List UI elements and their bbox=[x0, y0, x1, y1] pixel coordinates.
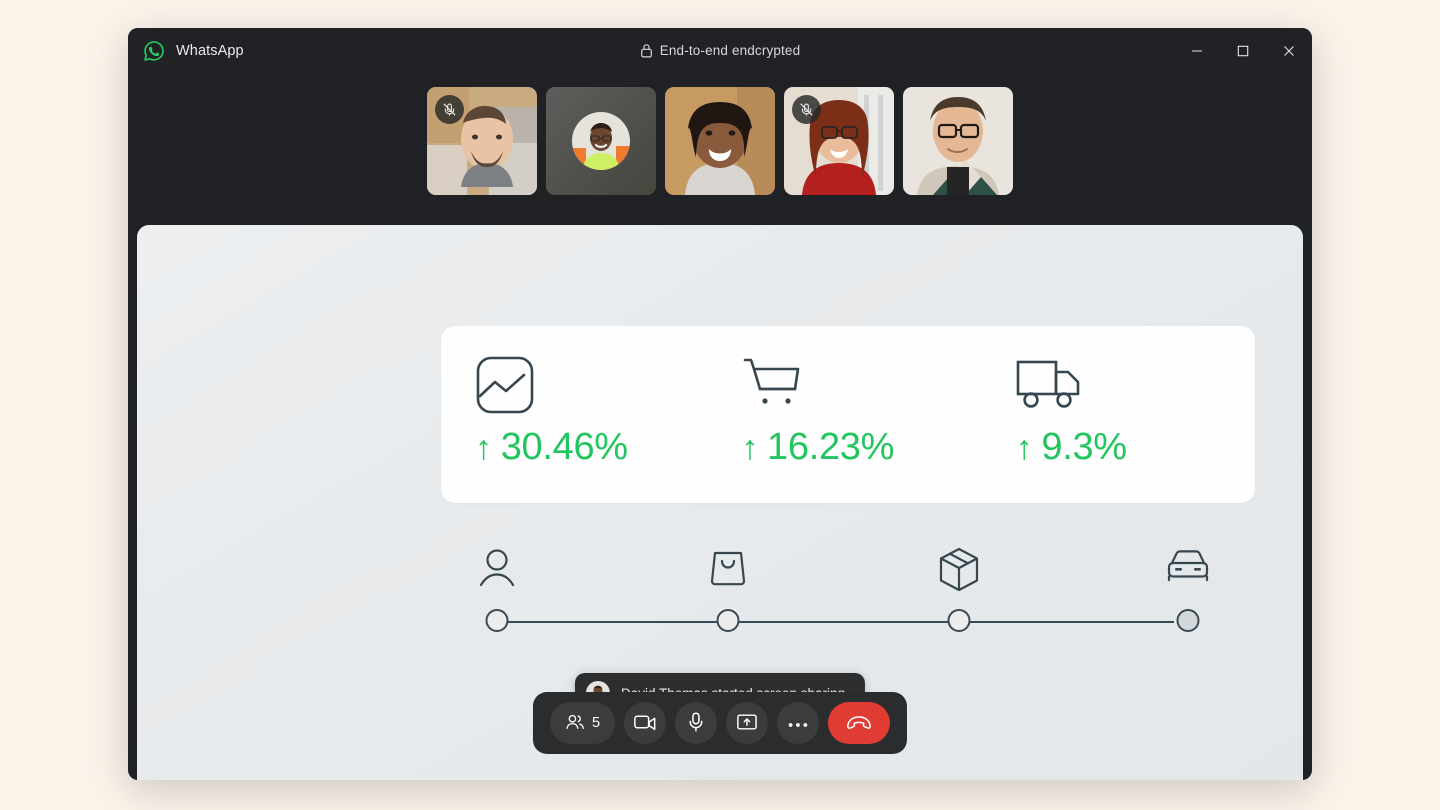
participant-tile[interactable] bbox=[903, 86, 1013, 195]
more-options-button[interactable] bbox=[777, 702, 820, 744]
end-call-button[interactable] bbox=[828, 702, 891, 744]
person-icon bbox=[479, 547, 515, 594]
encryption-label: End-to-end endcrypted bbox=[659, 43, 801, 58]
metric-delivery: ↑ 9.3% bbox=[981, 326, 1255, 503]
arrow-up-icon: ↑ bbox=[1015, 428, 1033, 467]
shared-screen-stage: ↑ 30.46% ↑ 16.23% ↑ 9.3% 5 bbox=[137, 225, 1303, 780]
close-button[interactable] bbox=[1266, 28, 1312, 73]
stepper-dot-packed[interactable] bbox=[947, 609, 971, 632]
end-call-icon bbox=[846, 715, 872, 732]
chart-image-icon bbox=[475, 354, 714, 416]
minimize-button[interactable] bbox=[1174, 28, 1220, 73]
participants-button[interactable]: 5 bbox=[549, 702, 616, 744]
stepper-dot-delivery[interactable] bbox=[1176, 609, 1200, 632]
metric-value: 9.3% bbox=[1041, 426, 1127, 468]
share-screen-button[interactable] bbox=[726, 702, 769, 744]
metric-value: 16.23% bbox=[767, 426, 895, 468]
metric-value-row: ↑ 9.3% bbox=[1016, 426, 1255, 469]
participants-count: 5 bbox=[591, 715, 601, 731]
metric-value-row: ↑ 16.23% bbox=[741, 426, 980, 469]
package-box-icon bbox=[937, 547, 981, 598]
app-window: WhatsApp End-to-end endcrypted ↑ 30.46% … bbox=[128, 28, 1312, 780]
camera-button[interactable] bbox=[624, 702, 667, 744]
shopping-cart-icon bbox=[741, 354, 980, 416]
car-front-icon bbox=[1166, 547, 1210, 590]
people-icon bbox=[565, 713, 585, 734]
avatar-icon bbox=[572, 111, 630, 170]
more-dots-icon bbox=[788, 716, 808, 731]
share-screen-icon bbox=[737, 713, 757, 734]
stepper-track bbox=[498, 621, 1174, 623]
microphone-icon bbox=[688, 711, 704, 735]
delivery-truck-icon bbox=[1016, 354, 1255, 416]
titlebar: WhatsApp End-to-end endcrypted bbox=[128, 28, 1312, 73]
mic-off-icon bbox=[435, 94, 464, 124]
stepper-icons bbox=[479, 547, 1209, 598]
arrow-up-icon: ↑ bbox=[475, 428, 492, 467]
whatsapp-logo-icon bbox=[143, 40, 165, 62]
metric-cart: ↑ 16.23% bbox=[714, 326, 980, 503]
brand: WhatsApp bbox=[128, 40, 244, 62]
metric-value-row: ↑ 30.46% bbox=[475, 426, 714, 469]
arrow-up-icon: ↑ bbox=[741, 428, 759, 467]
mic-off-icon bbox=[792, 94, 821, 124]
stepper-dot-customer[interactable] bbox=[485, 609, 509, 632]
maximize-button[interactable] bbox=[1220, 28, 1266, 73]
window-controls bbox=[1174, 28, 1312, 73]
participant-tile[interactable] bbox=[546, 86, 656, 195]
app-title: WhatsApp bbox=[176, 42, 244, 59]
encryption-notice: End-to-end endcrypted bbox=[128, 43, 1312, 58]
metrics-card: ↑ 30.46% ↑ 16.23% ↑ 9.3% bbox=[441, 326, 1255, 503]
video-camera-icon bbox=[634, 714, 656, 733]
participant-tile[interactable] bbox=[665, 86, 775, 195]
lock-icon bbox=[640, 43, 653, 58]
metric-value: 30.46% bbox=[500, 426, 628, 468]
participant-filmstrip bbox=[128, 73, 1312, 208]
participant-tile[interactable] bbox=[784, 86, 894, 195]
order-progress-stepper bbox=[479, 547, 1209, 637]
metric-conversion: ↑ 30.46% bbox=[441, 326, 714, 503]
microphone-button[interactable] bbox=[675, 702, 718, 744]
call-control-bar: 5 bbox=[532, 692, 908, 754]
stepper-dot-order[interactable] bbox=[716, 609, 740, 632]
participant-tile[interactable] bbox=[427, 86, 537, 195]
shopping-bag-icon bbox=[709, 547, 747, 592]
